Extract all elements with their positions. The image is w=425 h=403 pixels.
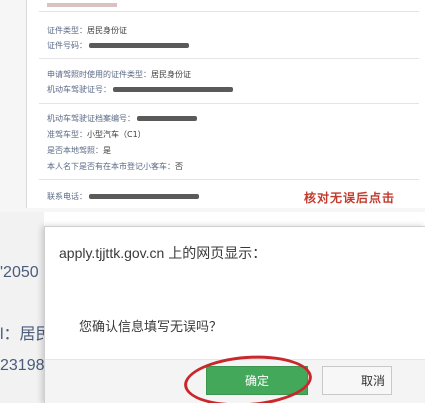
- vehicle-type-value: 小型汽车（C1）: [87, 130, 146, 139]
- hint-annotation: 核对无误后点击: [304, 191, 396, 205]
- local-license-value: 是: [103, 146, 111, 155]
- registered-label: 本人名下是否有在本市登记小客车：: [47, 162, 175, 171]
- license-cert-type-label: 申请驾照时使用的证件类型：: [47, 70, 151, 79]
- divider: [39, 103, 419, 104]
- cert-no-label: 证件号码：: [47, 41, 87, 50]
- redacted-value: [113, 87, 233, 92]
- cert-no-row: 证件号码：: [47, 41, 189, 51]
- license-cert-type-row: 申请驾照时使用的证件类型：居民身份证: [47, 70, 191, 80]
- registered-value: 否: [175, 162, 183, 171]
- redacted-value: [89, 194, 199, 199]
- license-cert-no-row: 机动车驾驶证号：: [47, 85, 233, 95]
- cert-type-row: 证件类型：居民身份证: [47, 26, 127, 36]
- phone-label: 联系电话：: [47, 192, 87, 201]
- license-cert-no-label: 机动车驾驶证号：: [47, 85, 111, 94]
- dialog-message: 您确认信息填写无误吗？: [79, 320, 223, 335]
- phone-row: 联系电话：: [47, 192, 199, 202]
- registered-row: 本人名下是否有在本市登记小客车：否: [47, 162, 183, 172]
- divider: [39, 58, 419, 59]
- vehicle-type-row: 准驾车型：小型汽车（C1）: [47, 130, 146, 140]
- cert-type-label: 证件类型：: [47, 26, 87, 35]
- form-panel: 证件类型：居民身份证 证件号码： 申请驾照时使用的证件类型：居民身份证 机动车驾…: [0, 0, 425, 212]
- cancel-button[interactable]: 取消: [322, 366, 392, 395]
- background-text: '2050: [0, 264, 39, 281]
- form-card: 证件类型：居民身份证 证件号码： 申请驾照时使用的证件类型：居民身份证 机动车驾…: [26, 0, 425, 208]
- divider: [39, 179, 419, 180]
- local-license-label: 是否本地驾照：: [47, 146, 103, 155]
- file-no-row: 机动车驾驶证档案编号：: [47, 114, 197, 124]
- ok-button[interactable]: 确定: [206, 366, 308, 395]
- divider: [39, 11, 419, 12]
- redacted-value: [137, 116, 197, 121]
- dialog-area: '2050 l：居民 23198 apply.tjjttk.gov.cn 上的网…: [0, 212, 425, 403]
- local-license-row: 是否本地驾照：是: [47, 146, 111, 156]
- prev-row-fragment: [47, 0, 117, 10]
- license-cert-type-value: 居民身份证: [151, 70, 191, 79]
- background-text: 23198: [0, 357, 45, 374]
- file-no-label: 机动车驾驶证档案编号：: [47, 114, 135, 123]
- cert-type-value: 居民身份证: [87, 26, 127, 35]
- vehicle-type-label: 准驾车型：: [47, 130, 87, 139]
- redacted-value: [89, 43, 189, 48]
- dialog-title: apply.tjjttk.gov.cn 上的网页显示：: [59, 245, 267, 261]
